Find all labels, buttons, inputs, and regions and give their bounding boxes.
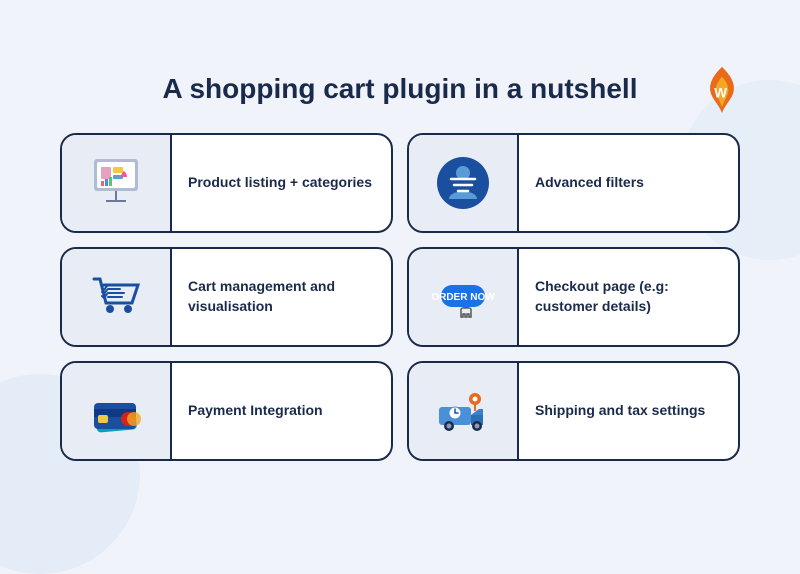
page-title: A shopping cart plugin in a nutshell: [163, 73, 638, 105]
card-advanced-filters: Advanced filters: [407, 133, 740, 233]
card-product-listing: Product listing + categories: [60, 133, 393, 233]
card-text-checkout-page: Checkout page (e.g: customer details): [519, 267, 738, 326]
card-text-cart-management: Cart management and visualisation: [172, 267, 391, 326]
card-icon-shipping: [409, 363, 519, 459]
card-icon-checkout: ORDER NOW: [409, 249, 519, 345]
shipping-icon: [431, 379, 495, 443]
payment-icon: [84, 379, 148, 443]
card-icon-cart-management: [62, 249, 172, 345]
card-text-product-listing: Product listing + categories: [172, 163, 391, 203]
card-icon-product-listing: [62, 135, 172, 231]
card-icon-advanced-filters: [409, 135, 519, 231]
card-shipping-tax: Shipping and tax settings: [407, 361, 740, 461]
svg-text:W: W: [714, 86, 727, 101]
card-text-payment-integration: Payment Integration: [172, 391, 391, 431]
card-payment-integration: Payment Integration: [60, 361, 393, 461]
checkout-icon: ORDER NOW: [431, 265, 495, 329]
main-container: A shopping cart plugin in a nutshell W: [30, 53, 770, 481]
card-cart-management: Cart management and visualisation: [60, 247, 393, 347]
svg-text:ORDER NOW: ORDER NOW: [431, 292, 495, 303]
card-icon-payment: [62, 363, 172, 459]
card-text-shipping-tax: Shipping and tax settings: [519, 391, 738, 431]
header: A shopping cart plugin in a nutshell W: [60, 73, 740, 105]
card-checkout-page: ORDER NOW Checkout page (e.g: customer d…: [407, 247, 740, 347]
product-listing-icon: [84, 151, 148, 215]
advanced-filters-icon: [431, 151, 495, 215]
logo-icon: W: [704, 65, 740, 115]
cart-management-icon: [84, 265, 148, 329]
features-grid: Product listing + categories Advanced fi…: [60, 133, 740, 461]
card-text-advanced-filters: Advanced filters: [519, 163, 738, 203]
